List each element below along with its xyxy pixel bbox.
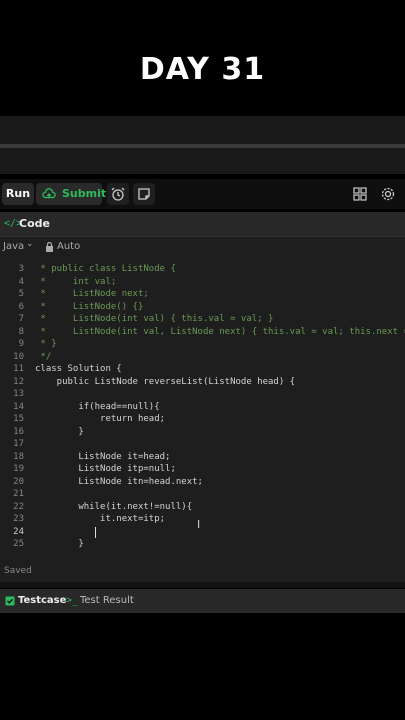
code-line: * ListNode(int val) { this.val = val; }	[35, 314, 274, 324]
line-number: 7	[18, 314, 24, 324]
line-number: 23	[13, 514, 24, 524]
autocomplete-label[interactable]: Auto	[57, 241, 80, 252]
line-number: 22	[13, 501, 24, 512]
code-tab-label: Code	[19, 217, 50, 230]
terminal-icon: >_	[66, 595, 79, 606]
line-number: 25	[13, 539, 24, 549]
line-number: 18	[13, 451, 24, 462]
code-tab[interactable]: </> Code	[0, 212, 405, 237]
code-line: * ListNode() {}	[35, 301, 144, 312]
gear-icon[interactable]	[380, 186, 396, 202]
line-number: 9	[18, 339, 24, 349]
top-band-secondary	[0, 148, 405, 174]
code-line: }	[35, 539, 84, 549]
saved-status: Saved	[4, 566, 32, 576]
code-line: * ListNode next;	[35, 289, 149, 299]
code-line: * ListNode(int val, ListNode next) { thi…	[40, 326, 405, 337]
cloud-upload-icon	[42, 188, 56, 199]
line-number: 24	[13, 526, 24, 537]
code-line: * int val;	[35, 276, 117, 287]
line-number: 14	[13, 401, 24, 412]
code-line: class Solution {	[35, 364, 122, 374]
line-number: 12	[13, 376, 24, 387]
notes-button[interactable]	[133, 183, 155, 205]
mouse-ibeam-icon: I	[197, 518, 201, 531]
code-line: public ListNode reverseList(ListNode hea…	[35, 376, 296, 387]
submit-label: Submit	[62, 187, 107, 200]
lock-icon	[46, 242, 53, 252]
line-number: 5	[18, 289, 24, 299]
run-button[interactable]: Run	[2, 183, 34, 205]
note-icon	[138, 188, 150, 200]
line-number: 20	[13, 476, 24, 487]
line-number: 8	[18, 326, 24, 337]
code-line: while(it.next!=null){	[35, 501, 193, 512]
code-line: ListNode it=head;	[35, 451, 171, 462]
tab-testcase[interactable]: Testcase	[18, 595, 66, 606]
layout-grid-icon[interactable]	[352, 186, 368, 202]
timer-button[interactable]	[107, 183, 129, 205]
line-number: 11	[13, 364, 24, 374]
line-number: 4	[18, 276, 24, 287]
code-line: return head;	[35, 414, 166, 424]
language-select[interactable]: Java	[3, 241, 24, 252]
overlay-title: DAY 31	[139, 52, 266, 87]
line-number: 16	[13, 426, 24, 437]
line-number: 15	[13, 414, 24, 424]
alarm-icon	[111, 187, 125, 201]
code-editor[interactable]: 3 * public class ListNode { 4 * int val;…	[0, 256, 405, 556]
line-number: 21	[13, 489, 24, 499]
bottom-tabs: Testcase >_ Test Result	[0, 589, 405, 613]
line-number: 3	[18, 264, 24, 274]
code-line: */	[35, 351, 52, 362]
line-number: 17	[13, 439, 24, 449]
code-line: ListNode itp=null;	[35, 464, 176, 474]
line-number: 13	[13, 389, 24, 399]
line-number: 10	[13, 351, 24, 362]
code-line: ListNode itn=head.next;	[35, 476, 203, 487]
submit-button[interactable]: Submit	[36, 183, 106, 205]
text-cursor	[95, 527, 96, 538]
code-line: * }	[35, 339, 57, 349]
tab-test-result[interactable]: Test Result	[80, 595, 134, 606]
line-number: 6	[18, 301, 24, 312]
top-band	[0, 116, 405, 144]
language-bar: Java ⌄ Auto	[0, 238, 405, 256]
code-line: it.next=itp;	[35, 514, 166, 524]
panel-resize-handle[interactable]	[0, 582, 405, 588]
code-line: }	[35, 426, 84, 437]
code-line: if(head==null){	[35, 401, 160, 412]
checkbox-icon	[5, 596, 15, 606]
code-line: * public class ListNode {	[35, 264, 176, 274]
chevron-down-icon[interactable]: ⌄	[26, 239, 34, 249]
line-number: 19	[13, 464, 24, 474]
